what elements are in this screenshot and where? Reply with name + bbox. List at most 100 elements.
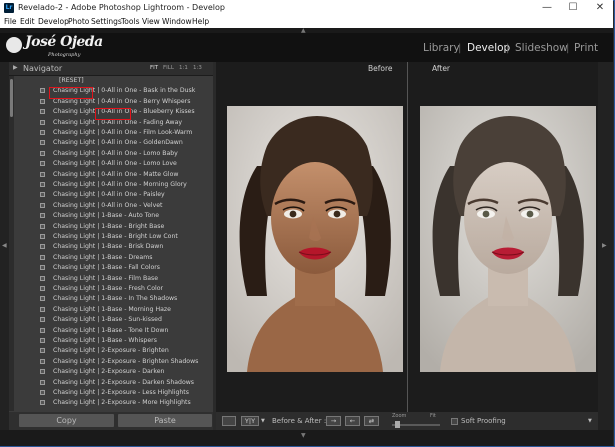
before-photo[interactable] (227, 106, 403, 372)
annotation-highlight-chasing-light (49, 87, 93, 99)
preset-item[interactable]: Chasing Light | 2-Exposure - Brighten (16, 346, 212, 356)
preset-icon (40, 182, 45, 187)
presets-scroll-thumb[interactable] (10, 79, 13, 117)
module-library[interactable]: Library (423, 42, 460, 54)
menu-file[interactable]: File (4, 17, 17, 26)
disclosure-triangle-icon[interactable]: ▶ (13, 64, 18, 71)
preset-label: Chasing Light | 2-Exposure - Brighten (53, 347, 169, 355)
preset-icon (40, 150, 45, 156)
menu-view[interactable]: View (142, 17, 160, 26)
module-slideshow[interactable]: Slideshow (515, 42, 568, 54)
menu-settings[interactable]: Settings (91, 17, 122, 26)
navigator-header[interactable]: ▶ Navigator FIT FILL 1:1 1:3 (9, 62, 213, 76)
toolbar-menu-chevron-icon[interactable]: ▼ (588, 418, 592, 424)
zoom-1-1[interactable]: 1:1 (179, 65, 188, 71)
menu-window[interactable]: Window (162, 17, 192, 26)
preset-item[interactable]: Chasing Light | 2-Exposure - Darken Shad… (16, 378, 212, 388)
copy-before-to-after-icon[interactable]: → (326, 416, 341, 426)
preset-item[interactable]: Chasing Light | 0-All in One - Paisley (16, 190, 212, 200)
paste-button[interactable]: Paste (118, 414, 212, 427)
preset-item[interactable]: Chasing Light | 1-Base - Bright Base (16, 222, 212, 232)
soft-proofing-checkbox[interactable] (451, 418, 458, 425)
preset-item[interactable]: Chasing Light | 1-Base - Brisk Dawn (16, 242, 212, 252)
menu-photo[interactable]: Photo (68, 17, 89, 26)
menu-edit[interactable]: Edit (20, 17, 35, 26)
preset-reset[interactable]: [RESET] (16, 76, 212, 86)
module-print[interactable]: Print (574, 42, 598, 54)
preset-label: Chasing Light | 1-Base - Bright Low Cont (53, 233, 178, 240)
preset-item[interactable]: Chasing Light | 0-All in One - Bask in t… (16, 86, 212, 96)
maximize-button[interactable]: ☐ (560, 0, 586, 17)
preset-item[interactable]: Chasing Light | 1-Base - Bright Low Cont (16, 232, 212, 242)
zoom-fit[interactable]: FIT (150, 65, 158, 71)
preset-item[interactable]: Chasing Light | 0-All in One - Velvet (16, 201, 212, 211)
module-separator: | (506, 43, 510, 54)
preset-item[interactable]: Chasing Light | 0-All in One - GoldenDaw… (16, 138, 212, 148)
annotation-highlight-all-in-one (95, 108, 131, 120)
preset-item[interactable]: Chasing Light | 0-All in One - Matte Glo… (16, 170, 212, 180)
before-after-label: Before & After : (272, 417, 327, 425)
zoom-fit-label: Fit (430, 413, 436, 419)
presets-list: [RESET] Chasing Light | 0-All in One - Ba… (16, 76, 212, 411)
preset-item[interactable]: Chasing Light | 1-Base - Fall Colors (16, 263, 212, 273)
preset-item[interactable]: Chasing Light | 0-All in One - Berry Whi… (16, 97, 212, 107)
preset-icon (40, 348, 45, 354)
preset-icon (40, 161, 45, 167)
preset-icon (40, 244, 45, 250)
preset-icon (40, 275, 45, 281)
preset-item[interactable]: Chasing Light | 1-Base - Fresh Color (16, 284, 212, 294)
navigator-label: Navigator (23, 64, 63, 73)
copy-button[interactable]: Copy (19, 414, 114, 427)
menu-help[interactable]: Help (192, 17, 209, 26)
before-label: Before (368, 64, 393, 73)
loupe-view-icon[interactable] (222, 416, 236, 426)
presets-scrollbar[interactable] (9, 76, 14, 411)
preset-item[interactable]: Chasing Light | 2-Exposure - Darken (16, 367, 212, 377)
preset-item[interactable]: Chasing Light | 1-Base - Morning Haze (16, 305, 212, 315)
down-triangle-icon: ▼ (301, 432, 306, 439)
preset-label: Chasing Light | 2-Exposure - Brighten Sh… (53, 357, 199, 365)
lightroom-app-icon: Lr (4, 3, 14, 13)
module-separator: | (566, 43, 570, 54)
preset-label: Chasing Light | 0-All in One - Lomo Baby (53, 149, 178, 157)
left-panel-toggle[interactable]: ◀ (0, 62, 9, 430)
bottom-panel-toggle[interactable]: ▼ (0, 430, 613, 446)
zoom-label: Zoom (392, 413, 407, 419)
preset-icon (40, 306, 45, 312)
preset-item[interactable]: Chasing Light | 1-Base - Auto Tone (16, 211, 212, 221)
preset-label: Chasing Light | 1-Base - Tone It Down (53, 326, 169, 334)
close-button[interactable]: ✕ (587, 0, 613, 17)
preset-item[interactable]: Chasing Light | 2-Exposure - More Highli… (16, 398, 212, 408)
preset-icon (40, 109, 45, 115)
before-after-mode-button[interactable]: Y|Y (241, 416, 259, 426)
preset-item[interactable]: Chasing Light | 1-Base - In The Shadows (16, 294, 212, 304)
copy-after-to-before-icon[interactable]: ← (345, 416, 360, 426)
menu-develop[interactable]: Develop (38, 17, 69, 26)
preset-label: Chasing Light | 0-All in One - Film Look… (53, 129, 193, 136)
preset-item[interactable]: Chasing Light | 1-Base - Sun-kissed (16, 315, 212, 325)
preset-item[interactable]: Chasing Light | 0-All in One - Film Look… (16, 128, 212, 138)
zoom-1-3[interactable]: 1:3 (193, 65, 202, 71)
swap-before-after-icon[interactable]: ⇄ (364, 416, 379, 426)
preset-item[interactable]: Chasing Light | 0-All in One - Lomo Love (16, 159, 212, 169)
preset-label: Chasing Light | 2-Exposure - Darken (53, 368, 165, 376)
preset-item[interactable]: Chasing Light | 2-Exposure - Brighten Sh… (16, 357, 212, 367)
preset-item[interactable]: Chasing Light | 1-Base - Whispers (16, 336, 212, 346)
preset-label: Chasing Light | 2-Exposure - More Highli… (53, 399, 191, 407)
preset-item[interactable]: Chasing Light | 1-Base - Dreams (16, 253, 212, 263)
right-panel-toggle[interactable]: ▶ (598, 62, 613, 430)
preset-item[interactable]: Chasing Light | 0-All in One - Lomo Baby (16, 149, 212, 159)
menu-tools[interactable]: Tools (121, 17, 139, 26)
preset-item[interactable]: Chasing Light | 1-Base - Tone It Down (16, 326, 212, 336)
preset-icon (40, 130, 45, 135)
preset-item[interactable]: Chasing Light | 1-Base - Film Base (16, 274, 212, 284)
minimize-button[interactable]: — (534, 0, 560, 17)
preset-icon (40, 338, 45, 343)
module-develop[interactable]: Develop (467, 42, 510, 54)
zoom-fill[interactable]: FILL (163, 65, 174, 71)
preset-item[interactable]: Chasing Light | 0-All in One - Morning G… (16, 180, 212, 190)
zoom-slider-thumb[interactable] (395, 421, 400, 428)
preset-item[interactable]: Chasing Light | 2-Exposure - Less Highli… (16, 388, 212, 398)
after-photo[interactable] (420, 106, 596, 372)
chevron-down-icon[interactable]: ▼ (261, 418, 265, 424)
